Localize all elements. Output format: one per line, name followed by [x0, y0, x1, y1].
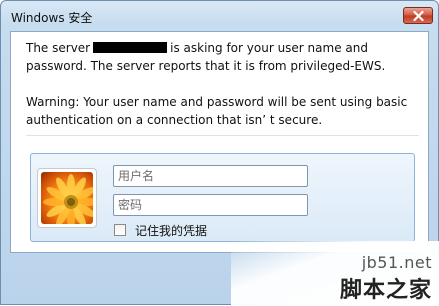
- credential-dialog: Windows 安全 The server is asking for your …: [0, 0, 439, 306]
- close-x-icon: [412, 10, 424, 21]
- remember-credentials[interactable]: 记住我的凭据: [114, 222, 207, 238]
- title-bar[interactable]: Windows 安全: [1, 1, 438, 31]
- warning-line-1: Warning: Your user name and password wil…: [26, 95, 408, 109]
- credential-tile[interactable]: 记住我的凭据: [30, 153, 415, 242]
- avatar: [37, 168, 97, 228]
- message-line-2: password. The server reports that it is …: [26, 59, 386, 73]
- dialog-content: The server is asking for your user name a…: [10, 31, 429, 253]
- divider: [26, 135, 419, 136]
- window-title: Windows 安全: [11, 11, 93, 25]
- watermark-area: jb51.net 脚本之家: [231, 241, 439, 306]
- password-field[interactable]: [113, 194, 308, 216]
- watermark-site: jb51.net: [361, 253, 432, 272]
- username-field[interactable]: [113, 165, 308, 187]
- close-button[interactable]: [403, 7, 433, 24]
- remember-checkbox[interactable]: [114, 224, 126, 236]
- message-line-1: The server is asking for your user name a…: [26, 39, 368, 57]
- watermark: jb51.net 脚本之家: [340, 253, 432, 304]
- message-text: The server: [26, 41, 91, 55]
- remember-label: 记住我的凭据: [135, 223, 208, 238]
- watermark-name: 脚本之家: [339, 278, 432, 303]
- message-text: is asking for your user name and: [170, 41, 368, 55]
- flower-avatar-icon: [41, 172, 93, 224]
- warning-line-2: authentication on a connection that isn’…: [26, 113, 323, 127]
- redacted-server-name: [93, 42, 168, 53]
